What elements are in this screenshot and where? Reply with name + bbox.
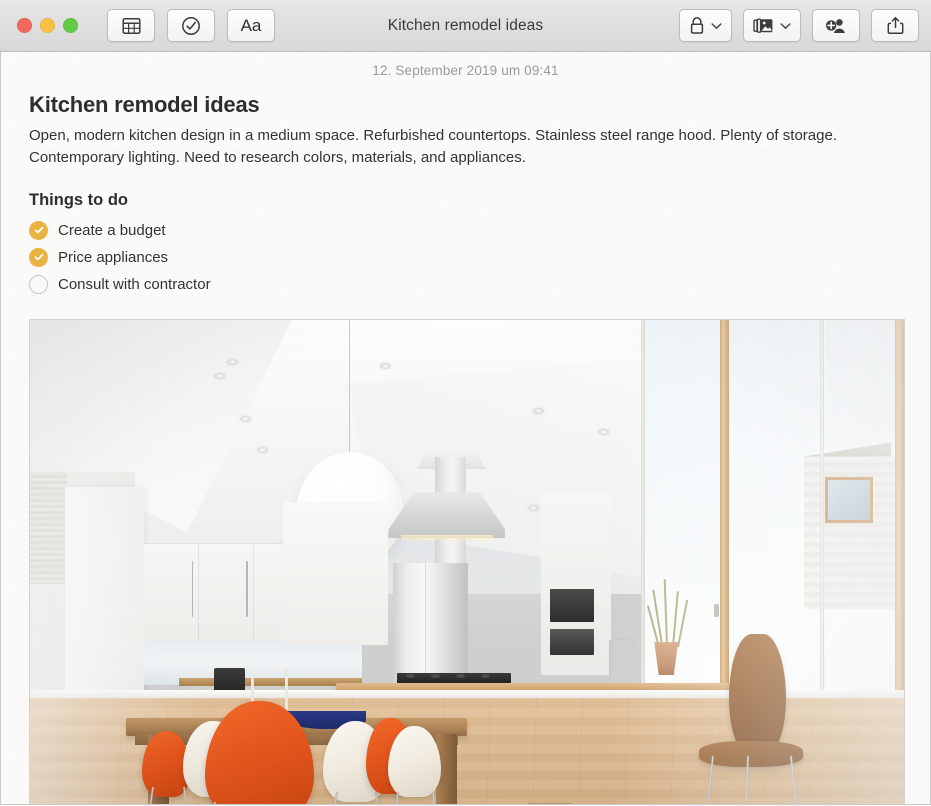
recessed-light — [213, 372, 225, 379]
burner — [431, 673, 441, 678]
recessed-light — [379, 362, 391, 369]
checklist-item-label: Price appliances — [58, 248, 169, 266]
burner — [456, 673, 466, 678]
chevron-down-icon — [711, 22, 722, 30]
collaborate-button[interactable] — [812, 9, 860, 42]
chevron-down-icon — [780, 22, 791, 30]
table-button[interactable] — [107, 9, 155, 42]
media-button[interactable] — [743, 9, 801, 42]
note-attachment-image[interactable] — [29, 318, 905, 804]
faucet-arc — [609, 637, 638, 651]
notes-window: Aa Kitchen remodel ideas 12. September 2… — [0, 0, 931, 806]
floor-vent — [528, 802, 572, 804]
note-paragraph: Open, modern kitchen design in a medium … — [29, 127, 837, 166]
door-handle — [714, 603, 720, 617]
checklist: Create a budget Price appliances Consult… — [29, 217, 902, 298]
microwave — [550, 629, 594, 655]
window-title-text: Kitchen remodel ideas — [387, 16, 544, 34]
wooden-chair-back — [729, 634, 786, 752]
format-text-icon: Aa — [240, 16, 262, 35]
pendant-cord — [349, 319, 351, 462]
checkbox-checked[interactable] — [29, 220, 48, 240]
kitchen-photo — [30, 319, 904, 804]
checkmark-circle-icon — [181, 16, 201, 36]
recessed-light — [239, 416, 251, 423]
window-titlebar: Aa Kitchen remodel ideas — [0, 0, 931, 52]
share-button[interactable] — [871, 9, 919, 42]
checklist-button[interactable] — [167, 9, 215, 42]
section-heading: Things to do — [29, 190, 128, 209]
photos-stack-icon — [753, 17, 774, 35]
wall-oven — [550, 588, 594, 622]
checklist-item-label: Create a budget — [58, 221, 166, 239]
left-wall-texture — [30, 471, 67, 584]
cabinet-handle — [246, 561, 249, 618]
checkmark-icon — [33, 251, 45, 263]
toolbar-left-group: Aa — [107, 9, 275, 42]
minimize-window-button[interactable] — [40, 18, 55, 33]
recessed-light — [598, 428, 610, 435]
neighbor-window — [825, 476, 874, 523]
toolbar-right-group — [679, 9, 919, 42]
share-icon — [887, 16, 904, 35]
faucet — [609, 639, 612, 681]
note-text-body[interactable]: Kitchen remodel ideas Open, modern kitch… — [1, 92, 930, 804]
lock-button[interactable] — [679, 9, 732, 42]
note-title: Kitchen remodel ideas — [29, 92, 260, 117]
wooden-chair-seat — [698, 741, 804, 767]
checkmark-icon — [33, 224, 45, 236]
note-timestamp: 12. September 2019 um 09:41 — [372, 63, 559, 78]
burner — [406, 673, 416, 678]
tall-cabinets — [283, 502, 389, 645]
table-icon — [121, 17, 141, 35]
recessed-light — [226, 359, 238, 366]
cabinet-seam — [198, 544, 200, 641]
checklist-item-label: Consult with contractor — [58, 275, 211, 293]
close-window-button[interactable] — [17, 18, 32, 33]
traffic-lights — [17, 18, 78, 33]
cabinet-handle — [191, 561, 194, 618]
format-button[interactable]: Aa — [227, 9, 275, 42]
list-item[interactable]: Create a budget — [29, 217, 902, 244]
list-item[interactable]: Consult with contractor — [29, 271, 902, 298]
list-item[interactable]: Price appliances — [29, 244, 902, 271]
recessed-light — [528, 504, 540, 511]
checkbox-checked[interactable] — [29, 247, 48, 267]
wood-shelf — [178, 678, 363, 687]
note-content-area[interactable]: 12. September 2019 um 09:41 Kitchen remo… — [0, 52, 931, 805]
burner — [481, 673, 491, 678]
checkbox-unchecked[interactable] — [29, 274, 48, 294]
cabinet-seam — [252, 544, 254, 641]
add-person-icon — [824, 16, 848, 35]
maximize-window-button[interactable] — [63, 18, 78, 33]
recessed-light — [257, 446, 269, 453]
range-hood-light — [401, 534, 494, 542]
lock-icon — [689, 16, 705, 35]
